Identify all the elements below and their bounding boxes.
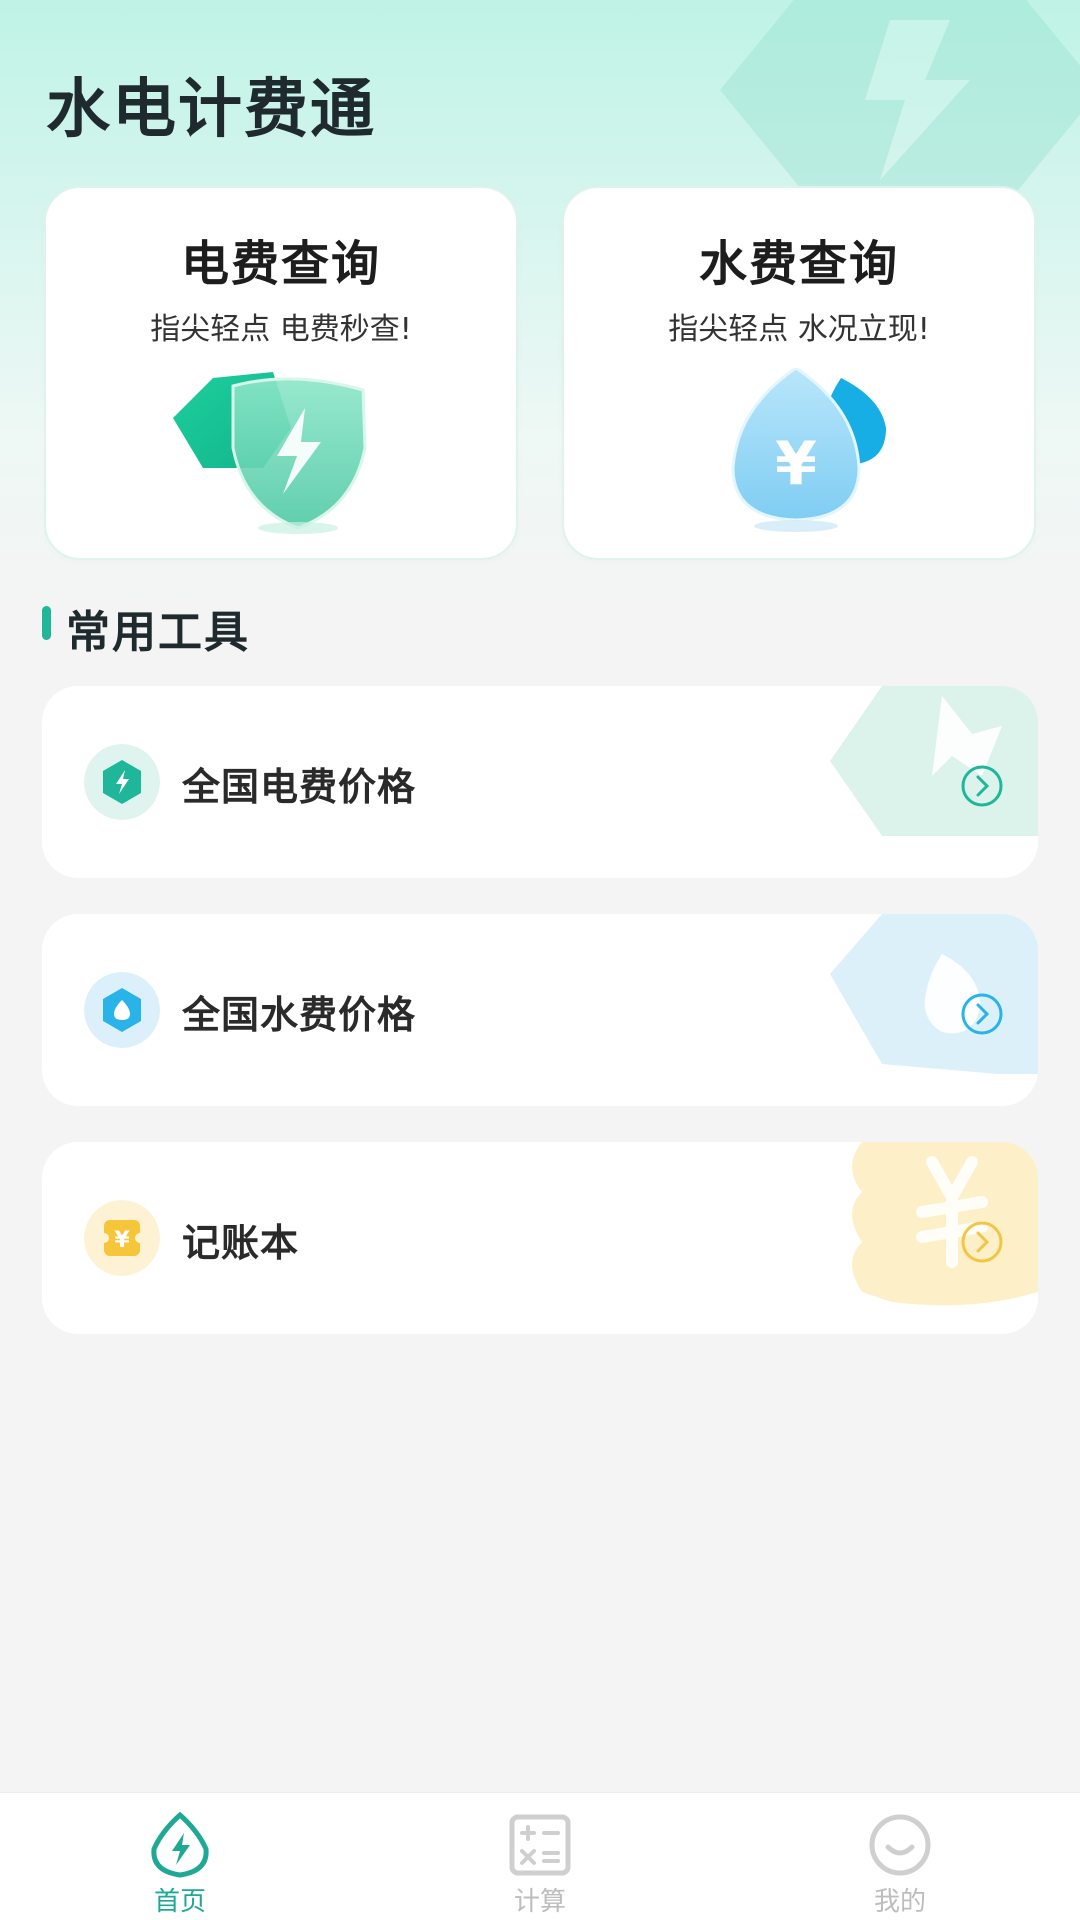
electricity-query-card[interactable]: 电费查询 指尖轻点 电费秒查! bbox=[44, 186, 518, 560]
smile-profile-icon bbox=[869, 1814, 931, 1876]
nav-tab-calculate[interactable]: 计算 bbox=[440, 1793, 640, 1920]
section-accent-bar bbox=[42, 606, 51, 640]
app-title: 水电计费通 bbox=[46, 73, 376, 147]
nav-label-profile: 我的 bbox=[873, 1887, 926, 1917]
electricity-decoration-icon bbox=[830, 686, 1038, 836]
electricity-query-title: 电费查询 bbox=[180, 236, 381, 292]
tool-row-electricity-price[interactable]: 全国电费价格 bbox=[42, 686, 1038, 878]
svg-text:¥: ¥ bbox=[775, 429, 817, 499]
electricity-hexagon-icon bbox=[84, 744, 160, 820]
home-lightning-icon bbox=[151, 1811, 209, 1878]
nav-tab-profile[interactable]: 我的 bbox=[800, 1793, 1000, 1920]
arrow-right-circle-icon[interactable] bbox=[960, 992, 1004, 1036]
water-hexagon-icon bbox=[84, 972, 160, 1048]
nav-label-calculate: 计算 bbox=[513, 1887, 566, 1917]
arrow-right-circle-icon[interactable] bbox=[960, 764, 1004, 808]
electricity-query-subtitle: 指尖轻点 电费秒查! bbox=[150, 312, 412, 347]
tool-row-water-price[interactable]: 全国水费价格 bbox=[42, 914, 1038, 1106]
calculator-icon bbox=[509, 1814, 571, 1876]
tool-label-water-price: 全国水费价格 bbox=[182, 993, 417, 1037]
tool-label-electricity-price: 全国电费价格 bbox=[182, 765, 417, 809]
tool-row-ledger[interactable]: ¥ 记账本 bbox=[42, 1142, 1038, 1334]
tool-label-ledger: 记账本 bbox=[182, 1221, 300, 1265]
nav-tab-home[interactable]: 首页 bbox=[80, 1793, 280, 1920]
bottom-navigation: 首页 计算 我的 bbox=[0, 1792, 1080, 1920]
nav-label-home: 首页 bbox=[153, 1887, 206, 1917]
water-query-subtitle: 指尖轻点 水况立现! bbox=[668, 312, 930, 347]
water-query-card[interactable]: 水费查询 指尖轻点 水况立现! ¥ bbox=[562, 186, 1036, 560]
arrow-right-circle-icon[interactable] bbox=[960, 1220, 1004, 1264]
svg-text:¥: ¥ bbox=[114, 1228, 130, 1253]
water-query-title: 水费查询 bbox=[698, 236, 899, 292]
home-screen: 水电计费通 电费查询 指尖轻点 电费秒查! 水费查询 指尖轻点 水况立现! ¥ … bbox=[0, 0, 1080, 1920]
ledger-decoration-icon bbox=[852, 1142, 1038, 1306]
water-decoration-icon bbox=[830, 914, 1038, 1074]
yuan-ticket-icon: ¥ bbox=[84, 1200, 160, 1276]
tools-section-title: 常用工具 bbox=[66, 607, 250, 658]
lightning-shield-icon bbox=[173, 372, 367, 534]
water-drop-yuan-icon: ¥ bbox=[731, 368, 886, 532]
